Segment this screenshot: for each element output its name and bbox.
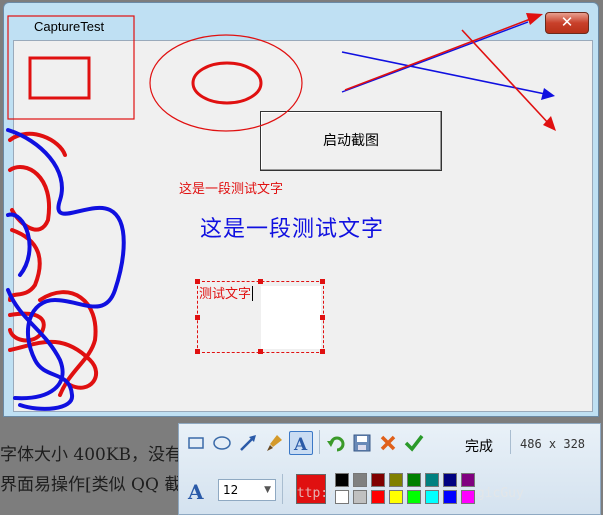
- annotation-ellipse[interactable]: [149, 34, 303, 132]
- annotation-arrowhead: [543, 116, 556, 131]
- toolbar-separator: [282, 474, 283, 504]
- resize-handle[interactable]: [320, 315, 325, 320]
- toolbar-separator: [319, 430, 320, 454]
- annotation-arrow[interactable]: [344, 17, 534, 91]
- color-swatch[interactable]: [407, 473, 421, 487]
- annotation-arrow[interactable]: [461, 29, 551, 126]
- done-check-icon: [404, 434, 424, 452]
- chevron-down-icon: ▼: [264, 485, 271, 495]
- ellipse-tool-icon[interactable]: [211, 432, 233, 454]
- color-swatch[interactable]: [407, 490, 421, 504]
- color-swatch[interactable]: [353, 490, 367, 504]
- selection-size-label: 486 x 328: [520, 437, 586, 451]
- capture-toolbar: A 完成 486 x 328 A 12 ▼ http://blog.csdn.n…: [178, 423, 601, 515]
- color-swatch[interactable]: [425, 473, 439, 487]
- font-size-value: 12: [223, 483, 239, 497]
- color-swatch[interactable]: [443, 490, 457, 504]
- resize-handle[interactable]: [195, 349, 200, 354]
- color-swatch[interactable]: [443, 473, 457, 487]
- save-icon[interactable]: [351, 432, 373, 454]
- color-swatch[interactable]: [461, 473, 475, 487]
- cancel-icon[interactable]: [377, 432, 399, 454]
- resize-handle[interactable]: [258, 349, 263, 354]
- color-swatch[interactable]: [425, 490, 439, 504]
- textbox-text[interactable]: 测试文字: [199, 283, 254, 302]
- annotation-arrowhead: [526, 13, 543, 25]
- annotation-rectangle[interactable]: [7, 15, 135, 120]
- textbox-background: [261, 286, 321, 349]
- done-button[interactable]: [403, 432, 463, 454]
- resize-handle[interactable]: [320, 349, 325, 354]
- color-swatch[interactable]: [371, 490, 385, 504]
- annotation-rectangle[interactable]: [28, 56, 91, 100]
- font-size-select[interactable]: 12 ▼: [218, 479, 276, 501]
- toolbar-separator: [510, 430, 511, 454]
- color-swatch[interactable]: [461, 490, 475, 504]
- rectangle-tool-icon[interactable]: [185, 432, 207, 454]
- resize-handle[interactable]: [195, 279, 200, 284]
- brush-tool-icon[interactable]: [263, 432, 285, 454]
- color-swatch[interactable]: [335, 490, 349, 504]
- annotation-textbox[interactable]: 测试文字: [195, 279, 325, 354]
- resize-handle[interactable]: [195, 315, 200, 320]
- color-swatch[interactable]: [389, 490, 403, 504]
- text-tool-icon[interactable]: A: [289, 431, 313, 455]
- arrow-tool-icon[interactable]: [237, 432, 259, 454]
- text-caret: [252, 286, 254, 301]
- undo-icon[interactable]: [325, 432, 347, 454]
- annotation-layer: [6, 13, 556, 411]
- color-swatch[interactable]: [353, 473, 367, 487]
- color-swatch[interactable]: [335, 473, 349, 487]
- annotation-arrowhead: [541, 88, 555, 100]
- freehand-stroke[interactable]: [8, 290, 98, 397]
- resize-handle[interactable]: [320, 279, 325, 284]
- color-swatch[interactable]: [389, 473, 403, 487]
- done-label[interactable]: 完成: [465, 436, 493, 456]
- annotation-arrow[interactable]: [341, 51, 551, 96]
- svg-text:A: A: [293, 435, 308, 454]
- annotation-ellipse[interactable]: [191, 61, 263, 105]
- font-icon: A: [188, 480, 204, 504]
- resize-handle[interactable]: [258, 279, 263, 284]
- color-swatch[interactable]: [371, 473, 385, 487]
